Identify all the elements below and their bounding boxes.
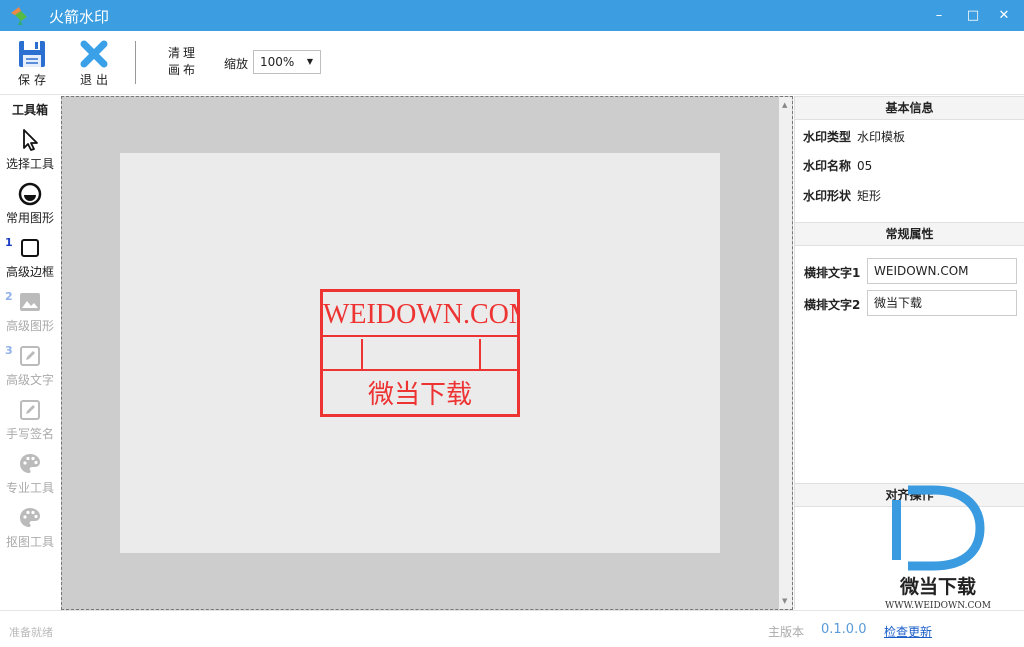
app-logo-icon	[11, 7, 27, 25]
canvas-area[interactable]: WEIDOWN.COM 微当下载 ▲ ▼	[61, 96, 793, 610]
handwriting-signature-tool[interactable]: 手写签名	[0, 398, 60, 448]
exit-label: 退出	[79, 73, 112, 87]
prop-label-text2: 横排文字2	[804, 298, 861, 312]
info-key: 水印形状	[803, 189, 852, 203]
dropdown-arrow-icon: ▼	[306, 57, 313, 66]
palette-icon	[20, 508, 40, 527]
stamp-text-top: WEIDOWN.COM	[323, 292, 517, 337]
version-value: 0.1.0.0	[821, 622, 867, 637]
clear-canvas-button[interactable]: 清理 画布	[168, 45, 198, 79]
check-update-link[interactable]: 检查更新	[884, 623, 932, 640]
status-text: 准备就绪	[9, 626, 53, 639]
cursor-icon	[23, 129, 38, 151]
zoom-value: 100%	[260, 55, 295, 69]
handwriting-signature-label: 手写签名	[5, 427, 54, 441]
text2-input[interactable]: 微当下载	[867, 290, 1017, 316]
clear-canvas-label-2: 画布	[168, 63, 199, 77]
watermark-stamp[interactable]: WEIDOWN.COM 微当下载	[320, 289, 520, 417]
save-label: 保存	[17, 73, 50, 87]
stamp-divider	[361, 339, 363, 371]
tool-badge: 2	[5, 290, 13, 303]
edit-text-icon	[20, 346, 40, 366]
advanced-border-tool[interactable]: 1 高级边框	[0, 236, 60, 286]
window-title: 火箭水印	[49, 8, 110, 26]
signature-icon	[20, 400, 40, 420]
select-tool-label: 选择工具	[5, 157, 54, 171]
title-bar: 火箭水印 – □ ✕	[0, 0, 1024, 31]
border-icon	[21, 239, 39, 257]
scroll-down-icon[interactable]: ▼	[782, 597, 787, 605]
general-props-header: 常规属性	[795, 222, 1024, 246]
status-bar: 准备就绪 主版本 0.1.0.0 检查更新	[0, 610, 1024, 647]
toolbar: 保存 退出 清理 画布 缩放 100% ▼	[0, 31, 1024, 95]
info-row-shape: 水印形状 矩形	[803, 187, 881, 204]
scroll-up-icon[interactable]: ▲	[782, 101, 787, 109]
close-window-button[interactable]: ✕	[989, 0, 1019, 31]
info-row-type: 水印类型 水印模板	[803, 128, 905, 145]
stamp-middle-row	[323, 339, 517, 371]
info-key: 水印名称	[803, 159, 852, 173]
zoom-select[interactable]: 100% ▼	[253, 50, 321, 74]
info-row-name: 水印名称 05	[803, 157, 872, 174]
shape-icon	[18, 182, 42, 206]
cutout-tool-label: 抠图工具	[5, 535, 54, 549]
tool-badge: 3	[5, 344, 13, 357]
toolbar-divider	[135, 41, 136, 84]
toolbox: 工具箱 选择工具 常用图形 1 高级边框 2 高级图形 3 高级文字 手写签名 …	[0, 96, 60, 609]
info-value: 矩形	[857, 189, 882, 203]
common-shape-label: 常用图形	[5, 211, 54, 225]
select-tool[interactable]: 选择工具	[0, 128, 60, 178]
professional-tool[interactable]: 专业工具	[0, 452, 60, 502]
save-icon	[19, 41, 45, 67]
professional-tool-label: 专业工具	[5, 481, 54, 495]
tool-badge: 1	[5, 236, 13, 249]
watermark-url: WWW.WEIDOWN.COM	[885, 601, 991, 610]
stamp-text-bottom: 微当下载	[367, 380, 472, 410]
exit-button[interactable]: 退出	[74, 39, 114, 88]
site-watermark-logo: 微当下载 WWW.WEIDOWN.COM	[885, 485, 991, 610]
toolbox-title: 工具箱	[11, 103, 48, 117]
info-key: 水印类型	[803, 130, 852, 144]
zoom-label: 缩放	[224, 57, 249, 71]
advanced-text-label: 高级文字	[5, 373, 54, 387]
advanced-text-tool[interactable]: 3 高级文字	[0, 344, 60, 394]
advanced-border-label: 高级边框	[5, 265, 54, 279]
vertical-scrollbar[interactable]: ▲ ▼	[779, 97, 792, 609]
advanced-image-tool[interactable]: 2 高级图形	[0, 290, 60, 340]
common-shape-tool[interactable]: 常用图形	[0, 182, 60, 232]
save-button[interactable]: 保存	[12, 39, 52, 88]
version-label: 主版本	[768, 625, 805, 639]
maximize-button[interactable]: □	[958, 0, 988, 31]
info-value: 05	[857, 159, 873, 173]
prop-label-text1: 横排文字1	[804, 266, 861, 280]
basic-info-header: 基本信息	[795, 96, 1024, 120]
cutout-tool[interactable]: 抠图工具	[0, 506, 60, 556]
image-icon	[20, 293, 40, 311]
stamp-divider	[479, 339, 481, 371]
advanced-image-label: 高级图形	[5, 319, 54, 333]
clear-canvas-label-1: 清理	[168, 46, 199, 60]
palette-icon	[20, 454, 40, 473]
exit-icon	[80, 40, 108, 68]
watermark-brand: 微当下载	[899, 575, 976, 598]
minimize-button[interactable]: –	[924, 0, 954, 31]
text1-input[interactable]: WEIDOWN.COM	[867, 258, 1017, 284]
info-value: 水印模板	[857, 130, 906, 144]
watermark-canvas[interactable]: WEIDOWN.COM 微当下载	[120, 153, 720, 553]
